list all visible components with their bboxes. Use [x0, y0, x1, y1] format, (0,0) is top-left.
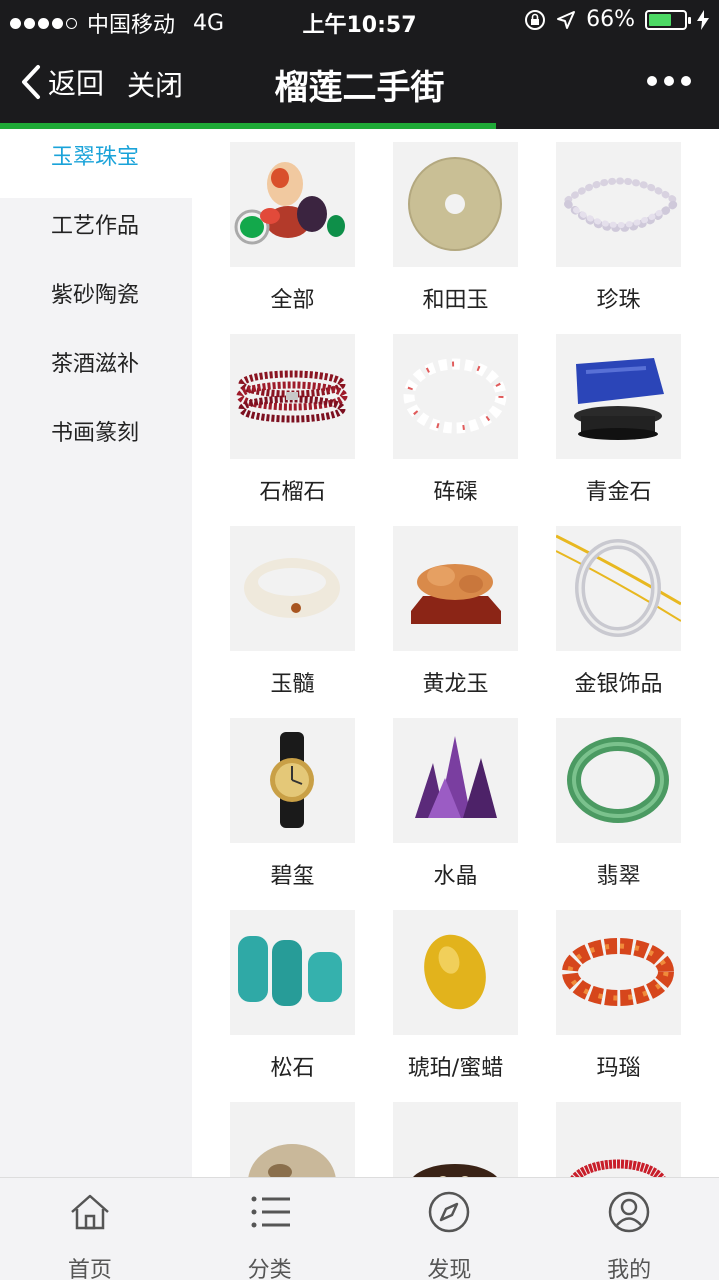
- category-item-gold-silver[interactable]: 金银饰品: [556, 526, 681, 718]
- tab-me[interactable]: 我的: [539, 1178, 719, 1280]
- tourmaline-watch-icon: [230, 718, 355, 843]
- home-icon: [71, 1194, 109, 1230]
- more-options-button[interactable]: [647, 76, 691, 86]
- category-item-agate[interactable]: 玛瑙: [556, 910, 681, 1102]
- category-item-jadeite[interactable]: 翡翠: [556, 718, 681, 910]
- category-label: 翡翠: [596, 864, 641, 889]
- rotation-lock-icon: [525, 9, 546, 30]
- tab-category-label: 分类: [247, 1258, 292, 1280]
- category-item-amber[interactable]: 琥珀/蜜蜡: [393, 910, 518, 1102]
- category-label: 青金石: [585, 480, 652, 505]
- dzi-bead-icon: [393, 1102, 518, 1177]
- turquoise-beads-icon: [230, 910, 355, 1035]
- category-item-partial-2[interactable]: [393, 1102, 518, 1177]
- category-item-all[interactable]: 全部: [230, 142, 355, 334]
- mixed-gems-icon: [230, 142, 355, 267]
- category-item-pearl[interactable]: 珍珠: [556, 142, 681, 334]
- silver-bangle-icon: [556, 526, 681, 651]
- category-label: 金银饰品: [574, 672, 663, 697]
- status-bar: 中国移动 4G 上午10:57 66%: [0, 0, 719, 40]
- amber-stone-icon: [393, 910, 518, 1035]
- category-label: 碧玺: [270, 864, 315, 889]
- list-icon: [251, 1196, 290, 1228]
- bottom-tab-bar: 首页 分类 发现 我的: [0, 1177, 719, 1280]
- category-label: 珍珠: [596, 288, 641, 313]
- category-label: 琥珀/蜜蜡: [407, 1056, 504, 1081]
- location-arrow-icon: [557, 10, 576, 29]
- category-item-hetian-jade[interactable]: 和田玉: [393, 142, 518, 334]
- category-item-yellow-jade[interactable]: 黄龙玉: [393, 526, 518, 718]
- sidebar-item-crafts[interactable]: 工艺作品: [0, 198, 192, 267]
- nav-bar: 返回 关闭 榴莲二手街: [0, 40, 719, 123]
- tab-home-label: 首页: [67, 1258, 112, 1280]
- sidebar-item-ceramics[interactable]: 紫砂陶瓷: [0, 267, 192, 336]
- category-label: 玉髓: [270, 672, 315, 697]
- category-label: 黄龙玉: [422, 672, 489, 697]
- category-label: 石榴石: [259, 480, 326, 505]
- category-item-chalcedony[interactable]: 玉髓: [230, 526, 355, 718]
- user-icon: [608, 1191, 650, 1233]
- category-item-tourmaline[interactable]: 碧玺: [230, 718, 355, 910]
- category-label: 全部: [270, 288, 315, 313]
- tab-discover[interactable]: 发现: [360, 1178, 540, 1280]
- agate-bracelet-icon: [556, 910, 681, 1035]
- battery-percent: 66%: [586, 7, 635, 32]
- yellow-jade-carving-icon: [393, 526, 518, 651]
- charging-bolt-icon: [697, 9, 709, 30]
- tab-discover-label: 发现: [427, 1258, 472, 1280]
- category-sidebar: 玉翠珠宝 工艺作品 紫砂陶瓷 茶酒滋补 书画篆刻: [0, 129, 192, 1177]
- pearl-necklace-icon: [556, 142, 681, 267]
- chalcedony-bangle-icon: [230, 526, 355, 651]
- category-label: 玛瑙: [596, 1056, 641, 1081]
- category-grid: 全部 和田玉 珍珠 石榴石 砗磲 青金石 玉髓 黄龙玉 金银饰品 碧玺 水晶 翡…: [230, 142, 682, 1177]
- category-item-lapis[interactable]: 青金石: [556, 334, 681, 526]
- category-item-partial-1[interactable]: [230, 1102, 355, 1177]
- amethyst-crystal-icon: [393, 718, 518, 843]
- more-dots-icon: [647, 76, 657, 86]
- category-item-garnet[interactable]: 石榴石: [230, 334, 355, 526]
- category-item-turquoise[interactable]: 松石: [230, 910, 355, 1102]
- tab-me-label: 我的: [607, 1258, 652, 1280]
- category-label: 水晶: [433, 864, 478, 889]
- sidebar-item-calligraphy[interactable]: 书画篆刻: [0, 405, 192, 474]
- tab-category[interactable]: 分类: [180, 1178, 360, 1280]
- red-coral-icon: [556, 1102, 681, 1177]
- carved-stone-icon: [230, 1102, 355, 1177]
- garnet-bracelet-icon: [230, 334, 355, 459]
- category-item-crystal[interactable]: 水晶: [393, 718, 518, 910]
- tab-home[interactable]: 首页: [0, 1178, 180, 1280]
- tridacna-bracelet-icon: [393, 334, 518, 459]
- category-item-partial-3[interactable]: [556, 1102, 681, 1177]
- lapis-stone-icon: [556, 334, 681, 459]
- category-item-tridacna[interactable]: 砗磲: [393, 334, 518, 526]
- jadeite-bangle-icon: [556, 718, 681, 843]
- sidebar-item-jewelry[interactable]: 玉翠珠宝: [0, 129, 192, 198]
- category-label: 松石: [270, 1056, 315, 1081]
- category-label: 和田玉: [422, 288, 489, 313]
- compass-icon: [429, 1191, 470, 1233]
- jade-disc-icon: [393, 142, 518, 267]
- sidebar-item-tea-wine[interactable]: 茶酒滋补: [0, 336, 192, 405]
- category-grid-panel: 全部 和田玉 珍珠 石榴石 砗磲 青金石 玉髓 黄龙玉 金银饰品 碧玺 水晶 翡…: [192, 129, 719, 1177]
- page-title: 榴莲二手街: [274, 68, 445, 108]
- status-right: 66%: [524, 7, 709, 32]
- category-label: 砗磲: [433, 480, 478, 505]
- battery-icon: [645, 9, 691, 30]
